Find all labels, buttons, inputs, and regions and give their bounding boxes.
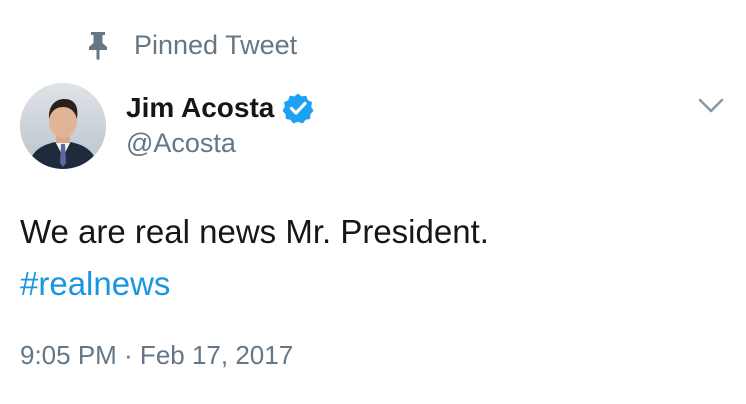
author-name-row[interactable]: Jim Acosta	[126, 88, 314, 128]
author-name[interactable]: Jim Acosta	[126, 92, 274, 124]
avatar[interactable]	[20, 83, 106, 169]
tweet-text: We are real news Mr. President.	[20, 213, 489, 250]
avatar-photo	[20, 83, 106, 169]
verified-badge-icon	[282, 93, 314, 124]
pinned-label: Pinned Tweet	[134, 29, 298, 60]
author-handle[interactable]: @Acosta	[126, 128, 236, 159]
pin-icon	[89, 32, 107, 60]
tweet-body: We are real news Mr. President. #realnew…	[20, 206, 720, 310]
pinned-indicator: Pinned Tweet	[86, 26, 297, 64]
tweet-card[interactable]: Pinned Tweet Jim Acosta @Acosta We are r…	[0, 0, 746, 404]
chevron-down-icon[interactable]	[696, 93, 726, 117]
hashtag-link[interactable]: #realnews	[20, 258, 720, 310]
tweet-timestamp[interactable]: 9:05 PM · Feb 17, 2017	[20, 340, 293, 371]
